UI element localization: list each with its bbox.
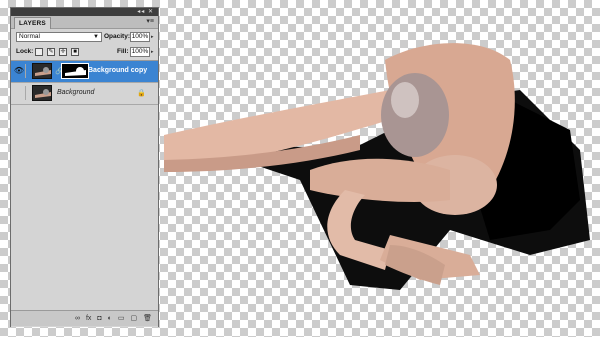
layer-mask-thumbnail[interactable] <box>61 63 89 79</box>
lock-position-icon[interactable]: ✛ <box>59 48 67 56</box>
layer-row-background-copy[interactable]: 👁 🔗 Background copy <box>11 61 158 83</box>
lock-transparent-icon[interactable] <box>35 48 43 56</box>
lock-label: Lock: <box>16 48 34 55</box>
eye-hidden-icon[interactable] <box>13 86 26 100</box>
lock-options: ✎ ✛ ■ <box>35 48 79 56</box>
fill-arrow-icon[interactable]: ▸ <box>151 47 154 57</box>
fx-icon[interactable]: fx <box>86 314 91 324</box>
tab-row: LAYERS ▾≡ <box>11 16 158 29</box>
eye-icon[interactable]: 👁 <box>13 64 26 78</box>
opacity-arrow-icon[interactable]: ▸ <box>151 32 154 42</box>
opacity-field[interactable]: 100% <box>130 32 150 42</box>
lock-icon: 🔒 <box>137 90 146 97</box>
layer-row-background[interactable]: Background 🔒 <box>11 83 158 105</box>
blend-row: Normal ▼ Opacity: 100% ▸ <box>11 29 158 45</box>
link-layers-icon[interactable]: ∞ <box>75 314 80 324</box>
new-layer-icon[interactable]: ▢ <box>130 314 137 324</box>
blend-mode-value: Normal <box>19 33 40 40</box>
group-icon[interactable]: ▭ <box>118 314 125 324</box>
panel-titlebar[interactable]: ◂◂ ✕ <box>11 8 158 16</box>
tab-layers[interactable]: LAYERS <box>14 17 51 29</box>
layer-name[interactable]: Background copy <box>88 66 147 76</box>
collapse-icon[interactable]: ◂◂ ✕ <box>137 8 154 16</box>
layer-thumbnail[interactable] <box>32 85 52 101</box>
blend-mode-select[interactable]: Normal ▼ <box>16 32 102 42</box>
layers-panel: ◂◂ ✕ LAYERS ▾≡ Normal ▼ Opacity: 100% ▸ … <box>10 7 159 327</box>
adjustment-icon[interactable]: ◐ <box>108 314 112 324</box>
fill-field[interactable]: 100% <box>130 47 150 57</box>
opacity-label: Opacity: <box>104 33 131 40</box>
add-mask-icon[interactable]: ◘ <box>97 314 101 324</box>
delete-icon[interactable]: 🗑 <box>143 314 152 324</box>
lock-image-icon[interactable]: ✎ <box>47 48 55 56</box>
fill-label: Fill: <box>117 48 129 55</box>
layer-thumbnail[interactable] <box>32 63 52 79</box>
layer-list: 👁 🔗 Background copy Background 🔒 <box>11 61 158 327</box>
layer-name[interactable]: Background <box>57 88 94 98</box>
lock-all-icon[interactable]: ■ <box>71 48 79 56</box>
canvas-image <box>150 40 600 332</box>
panel-bottom-toolbar: ∞ fx ◘ ◐ ▭ ▢ 🗑 <box>11 310 158 326</box>
lock-row: Lock: ✎ ✛ ■ Fill: 100% ▸ <box>11 45 158 61</box>
panel-menu-icon[interactable]: ▾≡ <box>146 18 154 26</box>
chevron-down-icon: ▼ <box>93 34 99 40</box>
